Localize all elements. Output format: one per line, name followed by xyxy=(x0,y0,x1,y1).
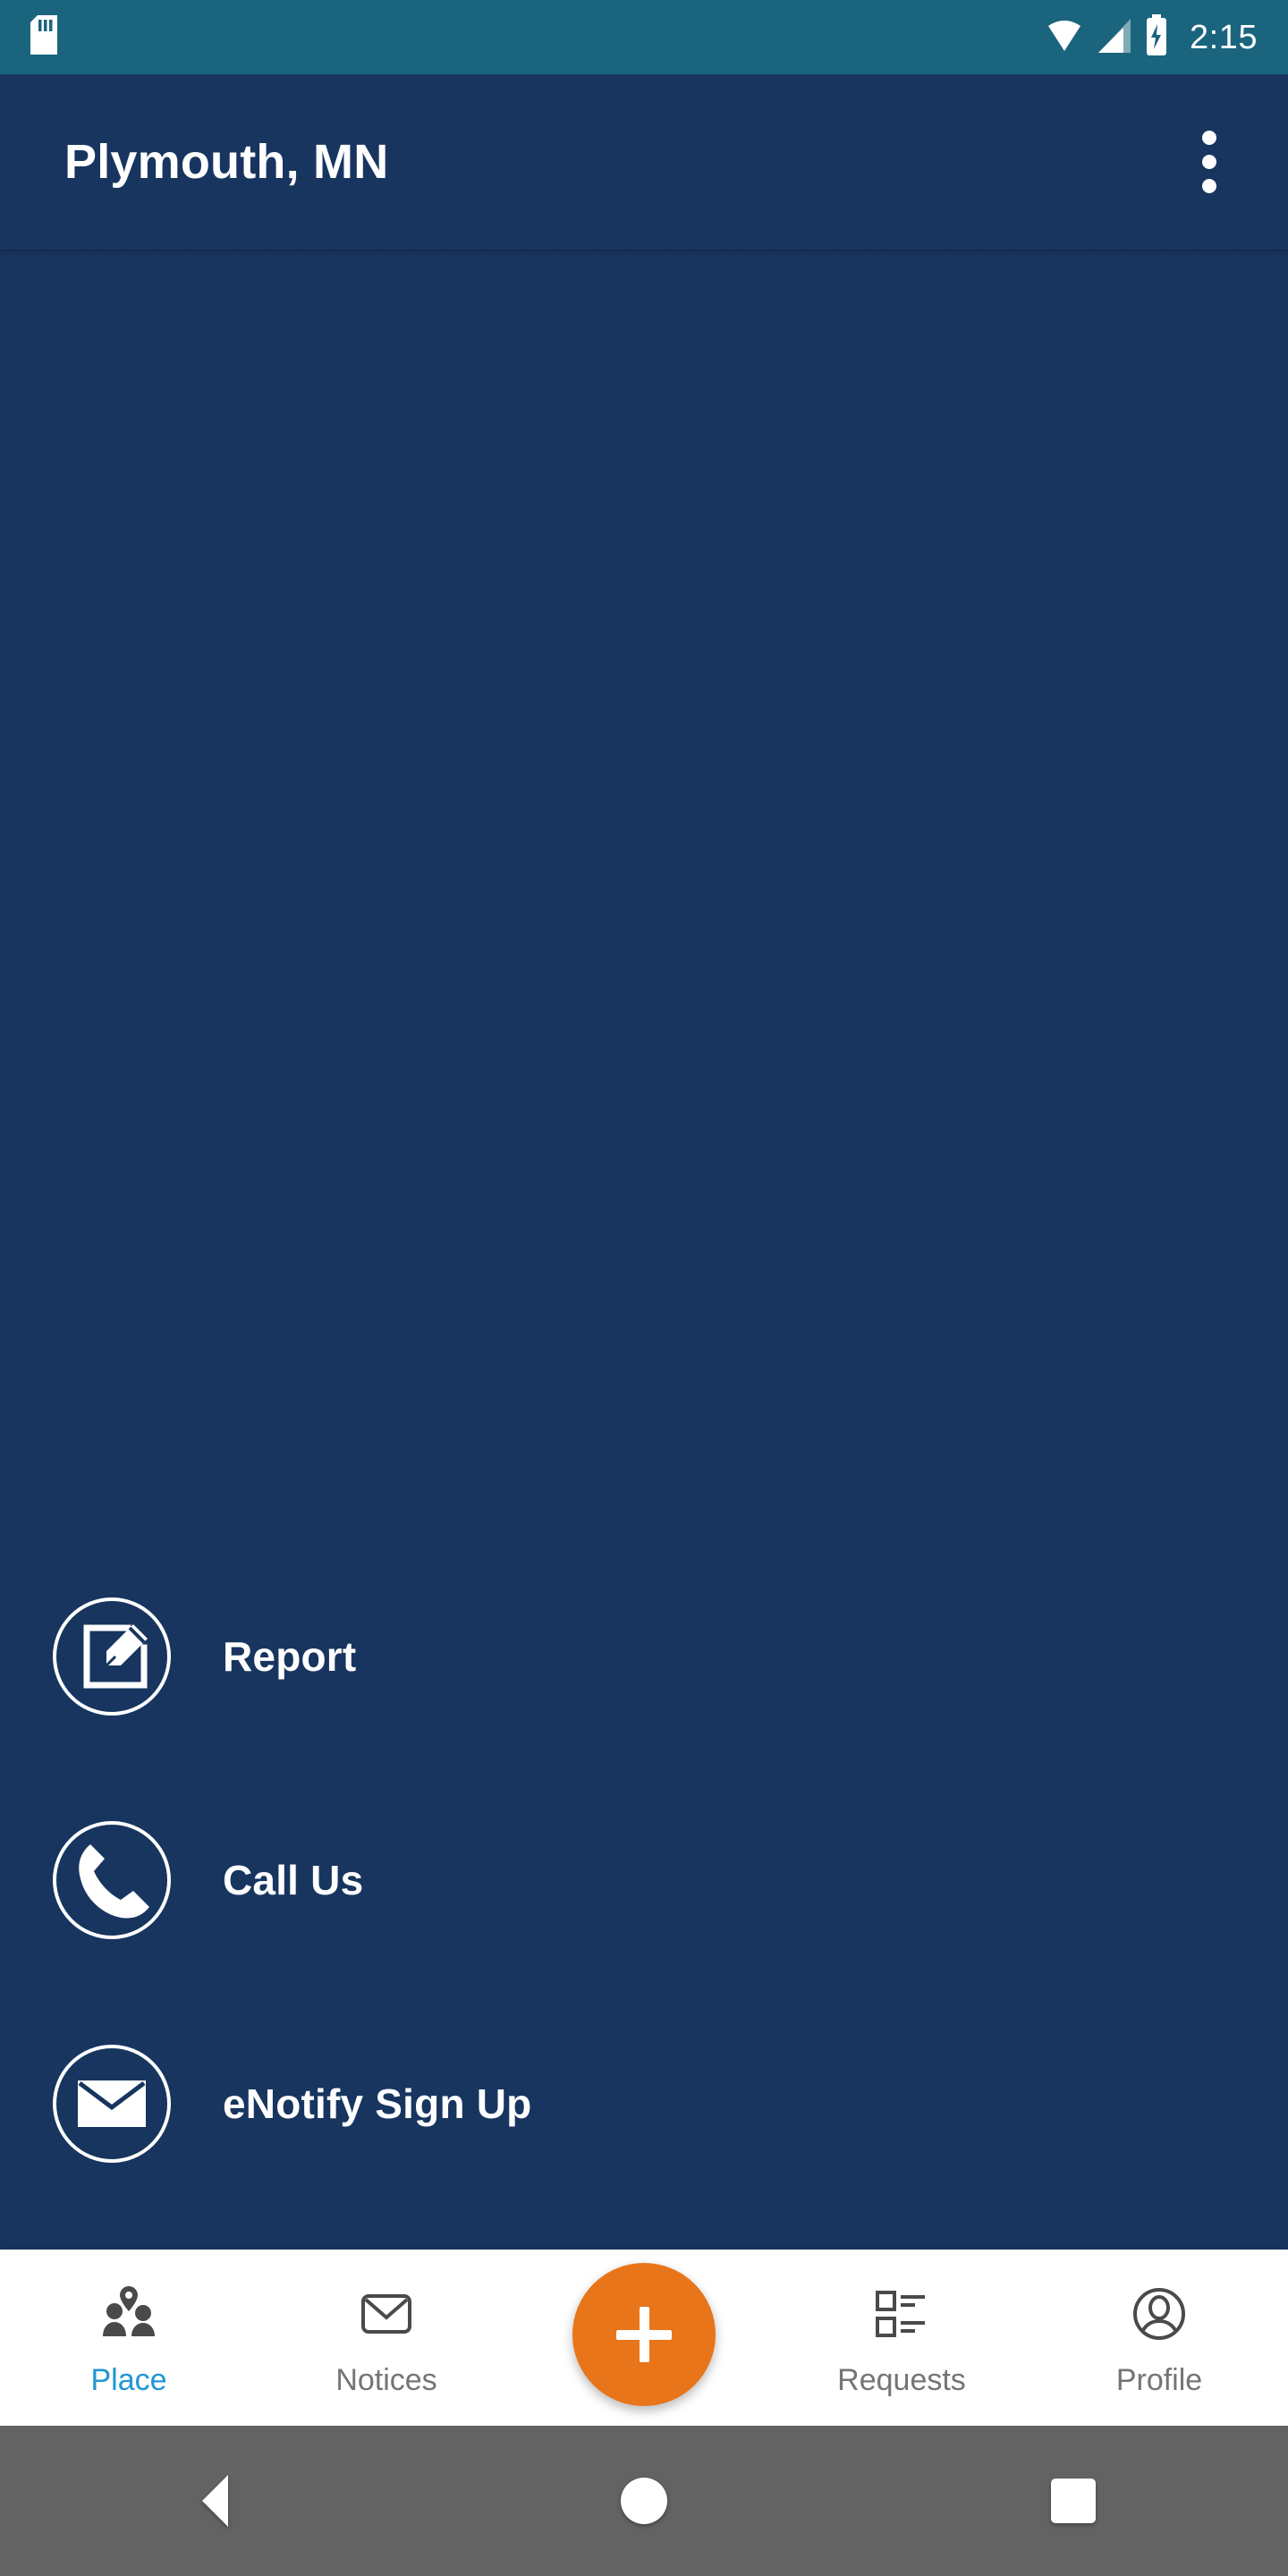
edit-square-icon xyxy=(51,1596,173,1717)
action-label: Call Us xyxy=(223,1857,364,1903)
people-place-icon xyxy=(96,2281,162,2347)
status-bar-clock: 2:15 xyxy=(1190,18,1258,56)
nav-label: Place xyxy=(90,2362,167,2397)
action-item-enotify-sign-up[interactable]: eNotify Sign Up xyxy=(0,1992,1288,2216)
status-bar-right-icons: 2:15 xyxy=(1045,14,1258,60)
nav-label: Requests xyxy=(837,2362,966,2397)
circle-home-icon xyxy=(621,2478,667,2524)
nav-item-notices[interactable]: Notices xyxy=(258,2250,515,2426)
battery-charging-icon xyxy=(1145,14,1168,60)
action-label: eNotify Sign Up xyxy=(223,2080,532,2127)
add-fab-button[interactable] xyxy=(572,2263,716,2406)
account-circle-icon xyxy=(1126,2281,1192,2347)
nav-item-place[interactable]: Place xyxy=(0,2250,258,2426)
envelope-icon xyxy=(51,2043,173,2165)
wifi-icon xyxy=(1045,15,1084,59)
phone-icon xyxy=(51,1819,173,1941)
action-item-report[interactable]: Report xyxy=(0,1545,1288,1768)
nav-item-profile[interactable]: Profile xyxy=(1030,2250,1288,2426)
overflow-menu-icon[interactable] xyxy=(1166,119,1252,205)
overflow-dot xyxy=(1202,179,1216,193)
triangle-back-icon xyxy=(201,2475,228,2527)
overflow-dot xyxy=(1202,131,1216,145)
phone-screen: 2:15 Plymouth, MN Report Call Us eNotify… xyxy=(0,0,1288,2576)
status-bar: 2:15 xyxy=(0,0,1288,74)
page-title: Plymouth, MN xyxy=(64,135,389,189)
list-checkboxes-icon xyxy=(869,2281,935,2347)
android-back-button[interactable] xyxy=(0,2426,429,2576)
sd-card-icon xyxy=(30,15,57,59)
action-list: Report Call Us eNotify Sign Up xyxy=(0,1545,1288,2216)
main-content: Report Call Us eNotify Sign Up xyxy=(0,256,1288,2250)
envelope-outline-icon xyxy=(353,2281,419,2347)
nav-item-requests[interactable]: Requests xyxy=(773,2250,1030,2426)
nav-label: Notices xyxy=(335,2362,437,2397)
action-item-call-us[interactable]: Call Us xyxy=(0,1768,1288,1992)
nav-label: Profile xyxy=(1115,2362,1203,2397)
android-home-button[interactable] xyxy=(429,2426,859,2576)
action-label: Report xyxy=(223,1633,357,1680)
android-recents-button[interactable] xyxy=(859,2426,1288,2576)
cellular-signal-icon xyxy=(1097,15,1132,59)
overflow-dot xyxy=(1202,155,1216,169)
status-bar-left-icons xyxy=(30,15,57,59)
square-recents-icon xyxy=(1051,2479,1096,2523)
android-navigation-bar xyxy=(0,2426,1288,2576)
app-bar-shadow xyxy=(0,250,1288,256)
app-bar: Plymouth, MN xyxy=(0,74,1288,250)
plus-icon xyxy=(639,2307,649,2362)
